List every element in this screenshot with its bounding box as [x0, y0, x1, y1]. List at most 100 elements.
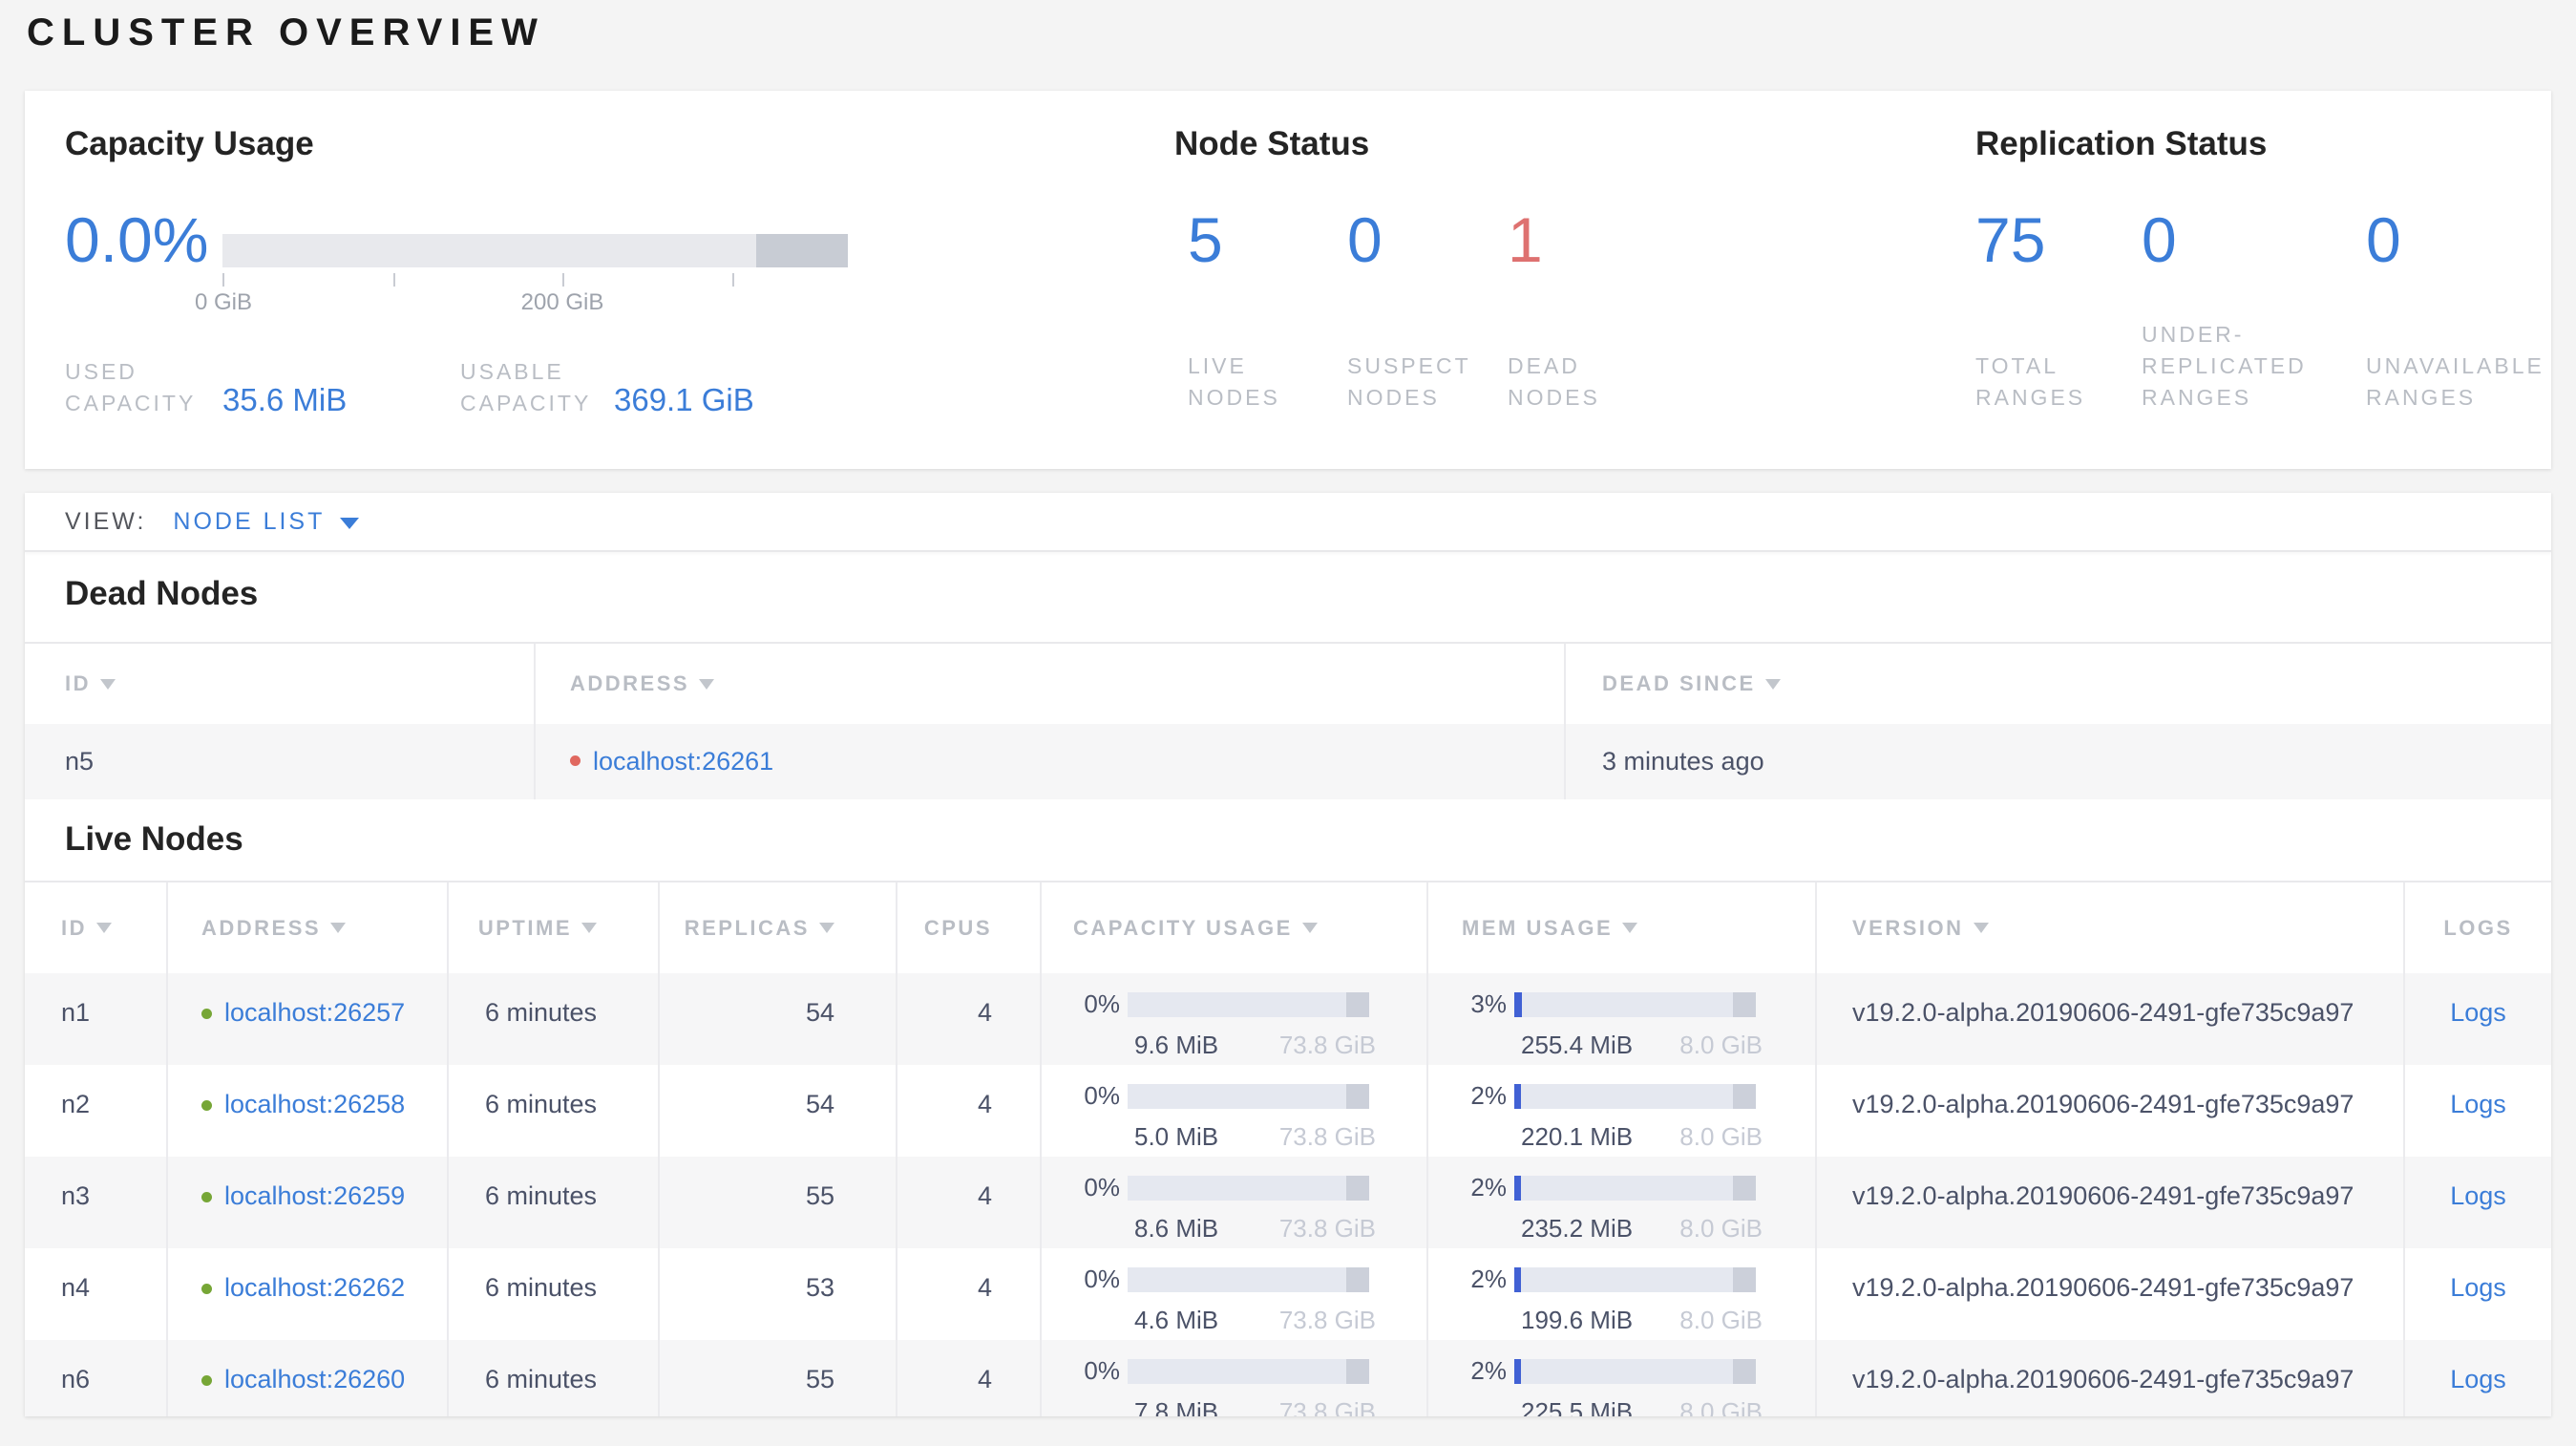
chevron-down-icon [340, 517, 360, 529]
replicas-value: 55 [805, 1365, 834, 1393]
axis-tick-label: 0 GiB [194, 289, 253, 315]
version-value: v19.2.0-alpha.20190606-2491-gfe735c9a97 [1852, 1181, 2354, 1210]
replicas-value: 54 [805, 1090, 834, 1118]
under-replicated-ranges-label: UNDER- REPLICATED RANGES [2142, 322, 2307, 410]
capacity-percent: 0% [1084, 1356, 1120, 1385]
capacity-bar [1128, 1358, 1369, 1384]
capacity-usage-cell: 0% 9.6 MiB 73.8 GiB [1040, 973, 1426, 1065]
logs-link[interactable]: Logs [2450, 1273, 2506, 1303]
column-header-mem-usage[interactable]: MEM USAGE [1426, 882, 1815, 973]
live-status-icon [201, 1009, 212, 1019]
node-address-link[interactable]: localhost:26259 [224, 1181, 405, 1211]
mem-used-value: 220.1 MiB [1521, 1122, 1634, 1151]
sort-desc-icon [699, 678, 715, 690]
node-address-link[interactable]: localhost:26262 [224, 1273, 405, 1303]
node-address-link[interactable]: localhost:26258 [224, 1090, 405, 1119]
dead-nodes-table: ID ADDRESS DEAD SINCE n5 localhost:26261… [25, 642, 2551, 799]
node-status-section: Node Status 5 0 1 LIVE NODES SUSPECT NOD… [1174, 91, 1938, 469]
capacity-percent: 0.0% [65, 204, 209, 275]
sort-desc-icon [819, 923, 834, 933]
usable-capacity-label: USABLE CAPACITY [460, 359, 592, 415]
mem-bar-fill [1514, 1358, 1521, 1384]
mem-bar [1514, 1083, 1756, 1109]
capacity-percent: 0% [1084, 1265, 1120, 1293]
total-ranges-count: 75 [1975, 204, 2046, 275]
view-selector-dropdown[interactable]: NODE LIST [173, 508, 360, 536]
node-id: n3 [61, 1181, 91, 1210]
mem-bar-reserved [1732, 1175, 1756, 1201]
dead-nodes-label: DEAD NODES [1508, 353, 1600, 410]
node-address-link[interactable]: localhost:26261 [593, 747, 773, 776]
column-header-dead-since[interactable]: DEAD SINCE [1564, 644, 2551, 724]
capacity-used-value: 8.6 MiB [1134, 1214, 1219, 1243]
uptime-value: 6 minutes [484, 1090, 597, 1118]
sort-desc-icon [1622, 923, 1638, 933]
node-address-link[interactable]: localhost:26260 [224, 1365, 405, 1394]
replication-status-title: Replication Status [1975, 125, 2268, 162]
dead-nodes-count: 1 [1508, 204, 1543, 275]
under-replicated-ranges-count: 0 [2142, 204, 2177, 275]
column-header-address[interactable]: ADDRESS [166, 882, 447, 973]
capacity-usage-section: Capacity Usage 0.0% 0 GiB 200 GiB USED C… [65, 91, 1115, 469]
sort-desc-icon [1973, 923, 1989, 933]
replicas-value: 54 [805, 998, 834, 1027]
live-status-icon [201, 1284, 212, 1294]
capacity-total-value: 73.8 GiB [1278, 1122, 1376, 1151]
logs-link[interactable]: Logs [2450, 998, 2506, 1028]
used-capacity-label: USED CAPACITY [65, 359, 197, 415]
column-header-capacity-usage[interactable]: CAPACITY USAGE [1040, 882, 1426, 973]
total-ranges-label: TOTAL RANGES [1975, 353, 2086, 410]
capacity-used-value: 4.6 MiB [1134, 1306, 1219, 1334]
mem-total-value: 8.0 GiB [1679, 1397, 1763, 1416]
mem-bar-reserved [1732, 1083, 1756, 1109]
capacity-used-value: 9.6 MiB [1134, 1031, 1219, 1059]
logs-link[interactable]: Logs [2450, 1090, 2506, 1119]
capacity-percent: 0% [1084, 989, 1120, 1018]
axis-tick-label: 200 GiB [520, 289, 604, 315]
mem-used-value: 235.2 MiB [1521, 1214, 1634, 1243]
mem-bar-reserved [1732, 991, 1756, 1017]
column-header-uptime[interactable]: UPTIME [447, 882, 658, 973]
column-header-id[interactable]: ID [25, 644, 534, 724]
capacity-usage-cell: 0% 8.6 MiB 73.8 GiB [1040, 1157, 1426, 1248]
logs-link[interactable]: Logs [2450, 1181, 2506, 1211]
mem-usage-cell: 2% 220.1 MiB 8.0 GiB [1426, 1065, 1815, 1157]
column-header-version[interactable]: VERSION [1815, 882, 2403, 973]
version-value: v19.2.0-alpha.20190606-2491-gfe735c9a97 [1852, 1273, 2354, 1302]
axis-tick [393, 273, 395, 287]
mem-percent: 2% [1470, 1265, 1507, 1293]
replicas-value: 55 [805, 1181, 834, 1210]
column-header-address[interactable]: ADDRESS [534, 644, 1564, 724]
mem-used-value: 255.4 MiB [1521, 1031, 1634, 1059]
mem-percent: 2% [1470, 1081, 1507, 1110]
node-address-link[interactable]: localhost:26257 [224, 998, 405, 1028]
capacity-bar [1128, 1266, 1369, 1292]
capacity-total-value: 73.8 GiB [1278, 1306, 1376, 1334]
replicas-value: 53 [805, 1273, 834, 1302]
column-header-id[interactable]: ID [25, 882, 166, 973]
capacity-used-value: 7.8 MiB [1134, 1397, 1219, 1416]
capacity-bar-reserved [1345, 1266, 1369, 1292]
logs-link[interactable]: Logs [2450, 1365, 2506, 1394]
axis-tick [222, 273, 224, 287]
uptime-value: 6 minutes [484, 998, 597, 1027]
table-row: n4 localhost:26262 6 minutes 53 4 0% 4.6… [25, 1248, 2551, 1340]
sort-desc-icon [330, 923, 347, 933]
mem-total-value: 8.0 GiB [1679, 1214, 1763, 1243]
mem-bar [1514, 991, 1756, 1017]
capacity-total-value: 73.8 GiB [1278, 1031, 1376, 1059]
mem-usage-cell: 3% 255.4 MiB 8.0 GiB [1426, 973, 1815, 1065]
mem-bar-fill [1514, 1175, 1521, 1201]
capacity-bar [1128, 1083, 1369, 1109]
sort-desc-icon [100, 678, 116, 690]
mem-bar-reserved [1732, 1266, 1756, 1292]
mem-bar [1514, 1175, 1756, 1201]
unavailable-ranges-count: 0 [2366, 204, 2401, 275]
mem-usage-cell: 2% 235.2 MiB 8.0 GiB [1426, 1157, 1815, 1248]
table-row: n1 localhost:26257 6 minutes 54 4 0% 9.6… [25, 973, 2551, 1065]
table-row: n5 localhost:26261 3 minutes ago [25, 724, 2551, 799]
page-title: CLUSTER OVERVIEW [27, 11, 545, 53]
mem-total-value: 8.0 GiB [1679, 1306, 1763, 1334]
column-header-replicas[interactable]: REPLICAS [658, 882, 896, 973]
capacity-bar [1128, 1175, 1369, 1201]
